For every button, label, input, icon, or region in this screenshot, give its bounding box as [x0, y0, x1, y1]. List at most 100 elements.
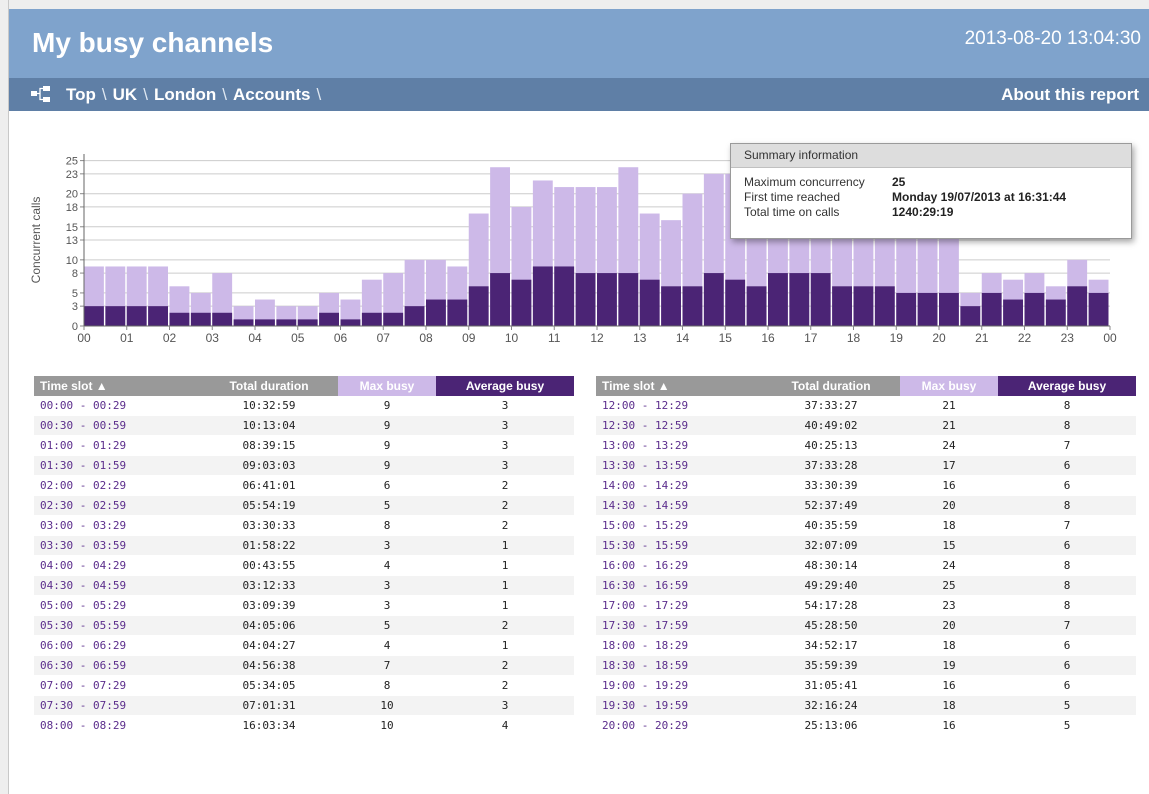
max-busy-cell: 16	[900, 675, 998, 696]
total-duration-cell: 49:29:40	[762, 575, 900, 596]
time-slot-link[interactable]: 17:00 - 17:29	[596, 595, 762, 616]
table-row: 03:30 - 03:59 01:58:22 3 1	[34, 535, 574, 556]
time-slot-link[interactable]: 05:30 - 05:59	[34, 615, 200, 636]
average-busy-cell: 6	[998, 675, 1136, 696]
average-busy-cell: 2	[436, 515, 574, 536]
total-duration-cell: 40:25:13	[762, 435, 900, 456]
time-slot-link[interactable]: 16:30 - 16:59	[596, 575, 762, 596]
table-row: 16:30 - 16:59 49:29:40 25 8	[596, 575, 1136, 596]
breadcrumb-london[interactable]: London	[154, 85, 216, 104]
average-busy-bar	[148, 306, 168, 326]
max-busy-cell: 9	[338, 435, 436, 456]
time-slot-link[interactable]: 02:00 - 02:29	[34, 475, 200, 496]
y-axis-label: Concurrent calls	[29, 197, 43, 284]
time-slot-link[interactable]: 14:30 - 14:59	[596, 495, 762, 516]
total-duration-cell: 52:37:49	[762, 495, 900, 516]
table-row: 07:30 - 07:59 07:01:31 10 3	[34, 695, 574, 716]
total-duration-cell: 10:13:04	[200, 415, 338, 436]
average-busy-bar	[725, 279, 746, 326]
max-busy-header[interactable]: Max busy	[338, 376, 436, 396]
max-busy-cell: 17	[900, 455, 998, 476]
time-slot-link[interactable]: 18:30 - 18:59	[596, 655, 762, 676]
time-slot-link[interactable]: 20:00 - 20:29	[596, 715, 762, 736]
average-busy-bar	[126, 306, 147, 326]
time-slot-link[interactable]: 18:00 - 18:29	[596, 635, 762, 656]
total-duration-cell: 06:41:01	[200, 475, 338, 496]
total-duration-cell: 54:17:28	[762, 595, 900, 616]
x-tick-label: 16	[761, 331, 775, 345]
max-busy-cell: 6	[338, 475, 436, 496]
average-busy-cell: 1	[436, 555, 574, 576]
total-duration-cell: 04:56:38	[200, 655, 338, 676]
time-slot-link[interactable]: 12:00 - 12:29	[596, 396, 762, 416]
average-busy-bar	[597, 273, 617, 326]
time-slot-link[interactable]: 13:00 - 13:29	[596, 435, 762, 456]
time-slot-link[interactable]: 12:30 - 12:59	[596, 415, 762, 436]
time-slot-link[interactable]: 07:00 - 07:29	[34, 675, 200, 696]
breadcrumb-top[interactable]: Top	[66, 85, 96, 104]
total-duration-cell: 07:01:31	[200, 695, 338, 716]
y-tick-label: 25	[66, 156, 78, 168]
total-duration-header[interactable]: Total duration	[200, 376, 338, 396]
average-busy-bar	[404, 306, 425, 326]
table-row: 00:30 - 00:59 10:13:04 9 3	[34, 415, 574, 436]
x-tick-label: 21	[975, 331, 989, 345]
average-busy-cell: 2	[436, 615, 574, 636]
time-slot-link[interactable]: 19:00 - 19:29	[596, 675, 762, 696]
about-report-link[interactable]: About this report	[1001, 85, 1139, 105]
time-slot-link[interactable]: 15:00 - 15:29	[596, 515, 762, 536]
time-slot-link[interactable]: 07:30 - 07:59	[34, 695, 200, 716]
max-busy-cell: 18	[900, 515, 998, 536]
report-header: My busy channels 2013-08-20 13:04:30	[9, 9, 1149, 78]
max-busy-header[interactable]: Max busy	[900, 376, 998, 396]
average-busy-header[interactable]: Average busy	[436, 376, 574, 396]
average-busy-cell: 6	[998, 535, 1136, 556]
time-slot-link[interactable]: 14:00 - 14:29	[596, 475, 762, 496]
average-busy-bar	[917, 292, 938, 326]
total-duration-header[interactable]: Total duration	[762, 376, 900, 396]
time-slot-link[interactable]: 08:00 - 08:29	[34, 715, 200, 736]
sort-time-slot-header[interactable]: Time slot ▲	[596, 376, 762, 396]
time-slot-link[interactable]: 17:30 - 17:59	[596, 615, 762, 636]
hierarchy-icon[interactable]	[31, 86, 51, 102]
average-busy-bar	[1088, 292, 1109, 326]
time-slot-link[interactable]: 19:30 - 19:59	[596, 695, 762, 716]
time-slot-link[interactable]: 04:30 - 04:59	[34, 575, 200, 596]
average-busy-header[interactable]: Average busy	[998, 376, 1136, 396]
time-slot-link[interactable]: 03:00 - 03:29	[34, 515, 200, 536]
breadcrumb-uk[interactable]: UK	[113, 85, 138, 104]
average-busy-bar	[532, 266, 553, 326]
table-row: 06:30 - 06:59 04:56:38 7 2	[34, 655, 574, 676]
time-slot-link[interactable]: 06:30 - 06:59	[34, 655, 200, 676]
max-busy-cell: 9	[338, 455, 436, 476]
time-slot-link[interactable]: 02:30 - 02:59	[34, 495, 200, 516]
total-duration-cell: 32:07:09	[762, 535, 900, 556]
total-duration-cell: 40:49:02	[762, 415, 900, 436]
average-busy-bar	[490, 273, 510, 326]
max-busy-cell: 19	[900, 655, 998, 676]
table-row: 16:00 - 16:29 48:30:14 24 8	[596, 555, 1136, 576]
time-slot-link[interactable]: 15:30 - 15:59	[596, 535, 762, 556]
average-busy-cell: 8	[998, 555, 1136, 576]
time-slot-link[interactable]: 00:00 - 00:29	[34, 396, 200, 416]
time-slot-link[interactable]: 05:00 - 05:29	[34, 595, 200, 616]
time-slot-link[interactable]: 01:00 - 01:29	[34, 435, 200, 456]
average-busy-bar	[105, 306, 126, 326]
time-slot-link[interactable]: 13:30 - 13:59	[596, 455, 762, 476]
average-busy-cell: 7	[998, 435, 1136, 456]
time-slot-link[interactable]: 03:30 - 03:59	[34, 535, 200, 556]
time-slot-link[interactable]: 04:00 - 04:29	[34, 555, 200, 576]
y-tick-label: 23	[66, 169, 78, 181]
max-busy-cell: 24	[900, 555, 998, 576]
max-busy-cell: 21	[900, 415, 998, 436]
window-frame-left	[0, 0, 9, 794]
average-busy-bar	[1067, 286, 1088, 326]
time-slot-link[interactable]: 16:00 - 16:29	[596, 555, 762, 576]
average-busy-cell: 3	[436, 455, 574, 476]
breadcrumb-accounts[interactable]: Accounts	[233, 85, 310, 104]
time-slot-link[interactable]: 00:30 - 00:59	[34, 415, 200, 436]
total-duration-cell: 03:30:33	[200, 515, 338, 536]
time-slot-link[interactable]: 06:00 - 06:29	[34, 635, 200, 656]
sort-time-slot-header[interactable]: Time slot ▲	[34, 376, 200, 396]
time-slot-link[interactable]: 01:30 - 01:59	[34, 455, 200, 476]
